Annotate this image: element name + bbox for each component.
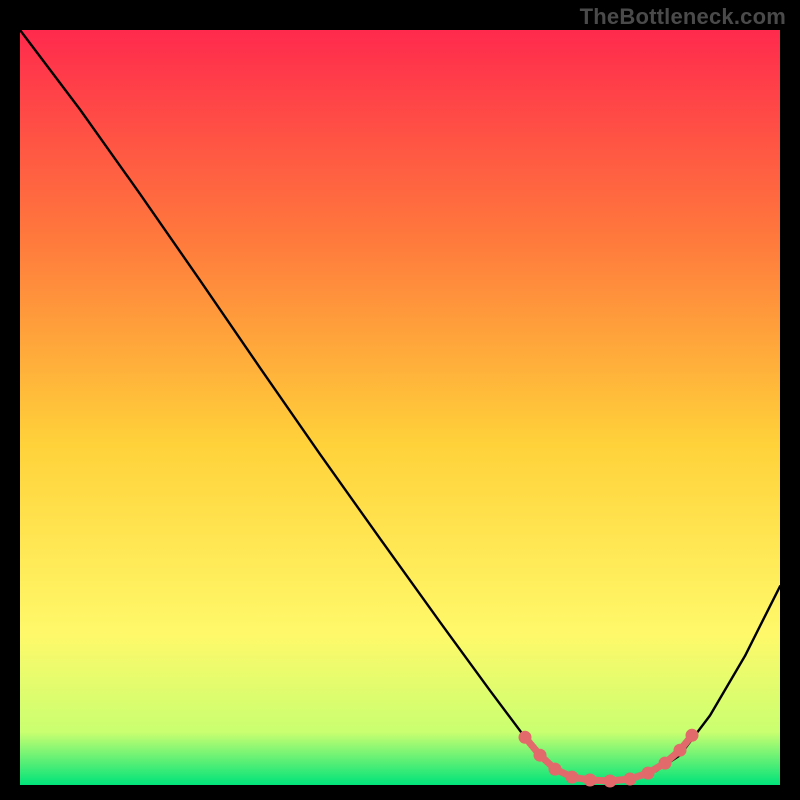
- chart-stage: TheBottleneck.com: [0, 0, 800, 800]
- marker-dot: [519, 731, 532, 744]
- bottleneck-chart: [0, 0, 800, 800]
- marker-dot: [534, 749, 547, 762]
- marker-dot: [642, 767, 655, 780]
- marker-dot: [566, 771, 579, 784]
- marker-dot: [584, 774, 597, 787]
- watermark-text: TheBottleneck.com: [580, 4, 786, 30]
- marker-dot: [604, 775, 617, 788]
- marker-dot: [686, 729, 699, 742]
- gradient-plot-area: [20, 30, 780, 785]
- marker-dot: [674, 744, 687, 757]
- marker-dot: [549, 763, 562, 776]
- marker-dot: [624, 773, 637, 786]
- marker-dot: [659, 757, 672, 770]
